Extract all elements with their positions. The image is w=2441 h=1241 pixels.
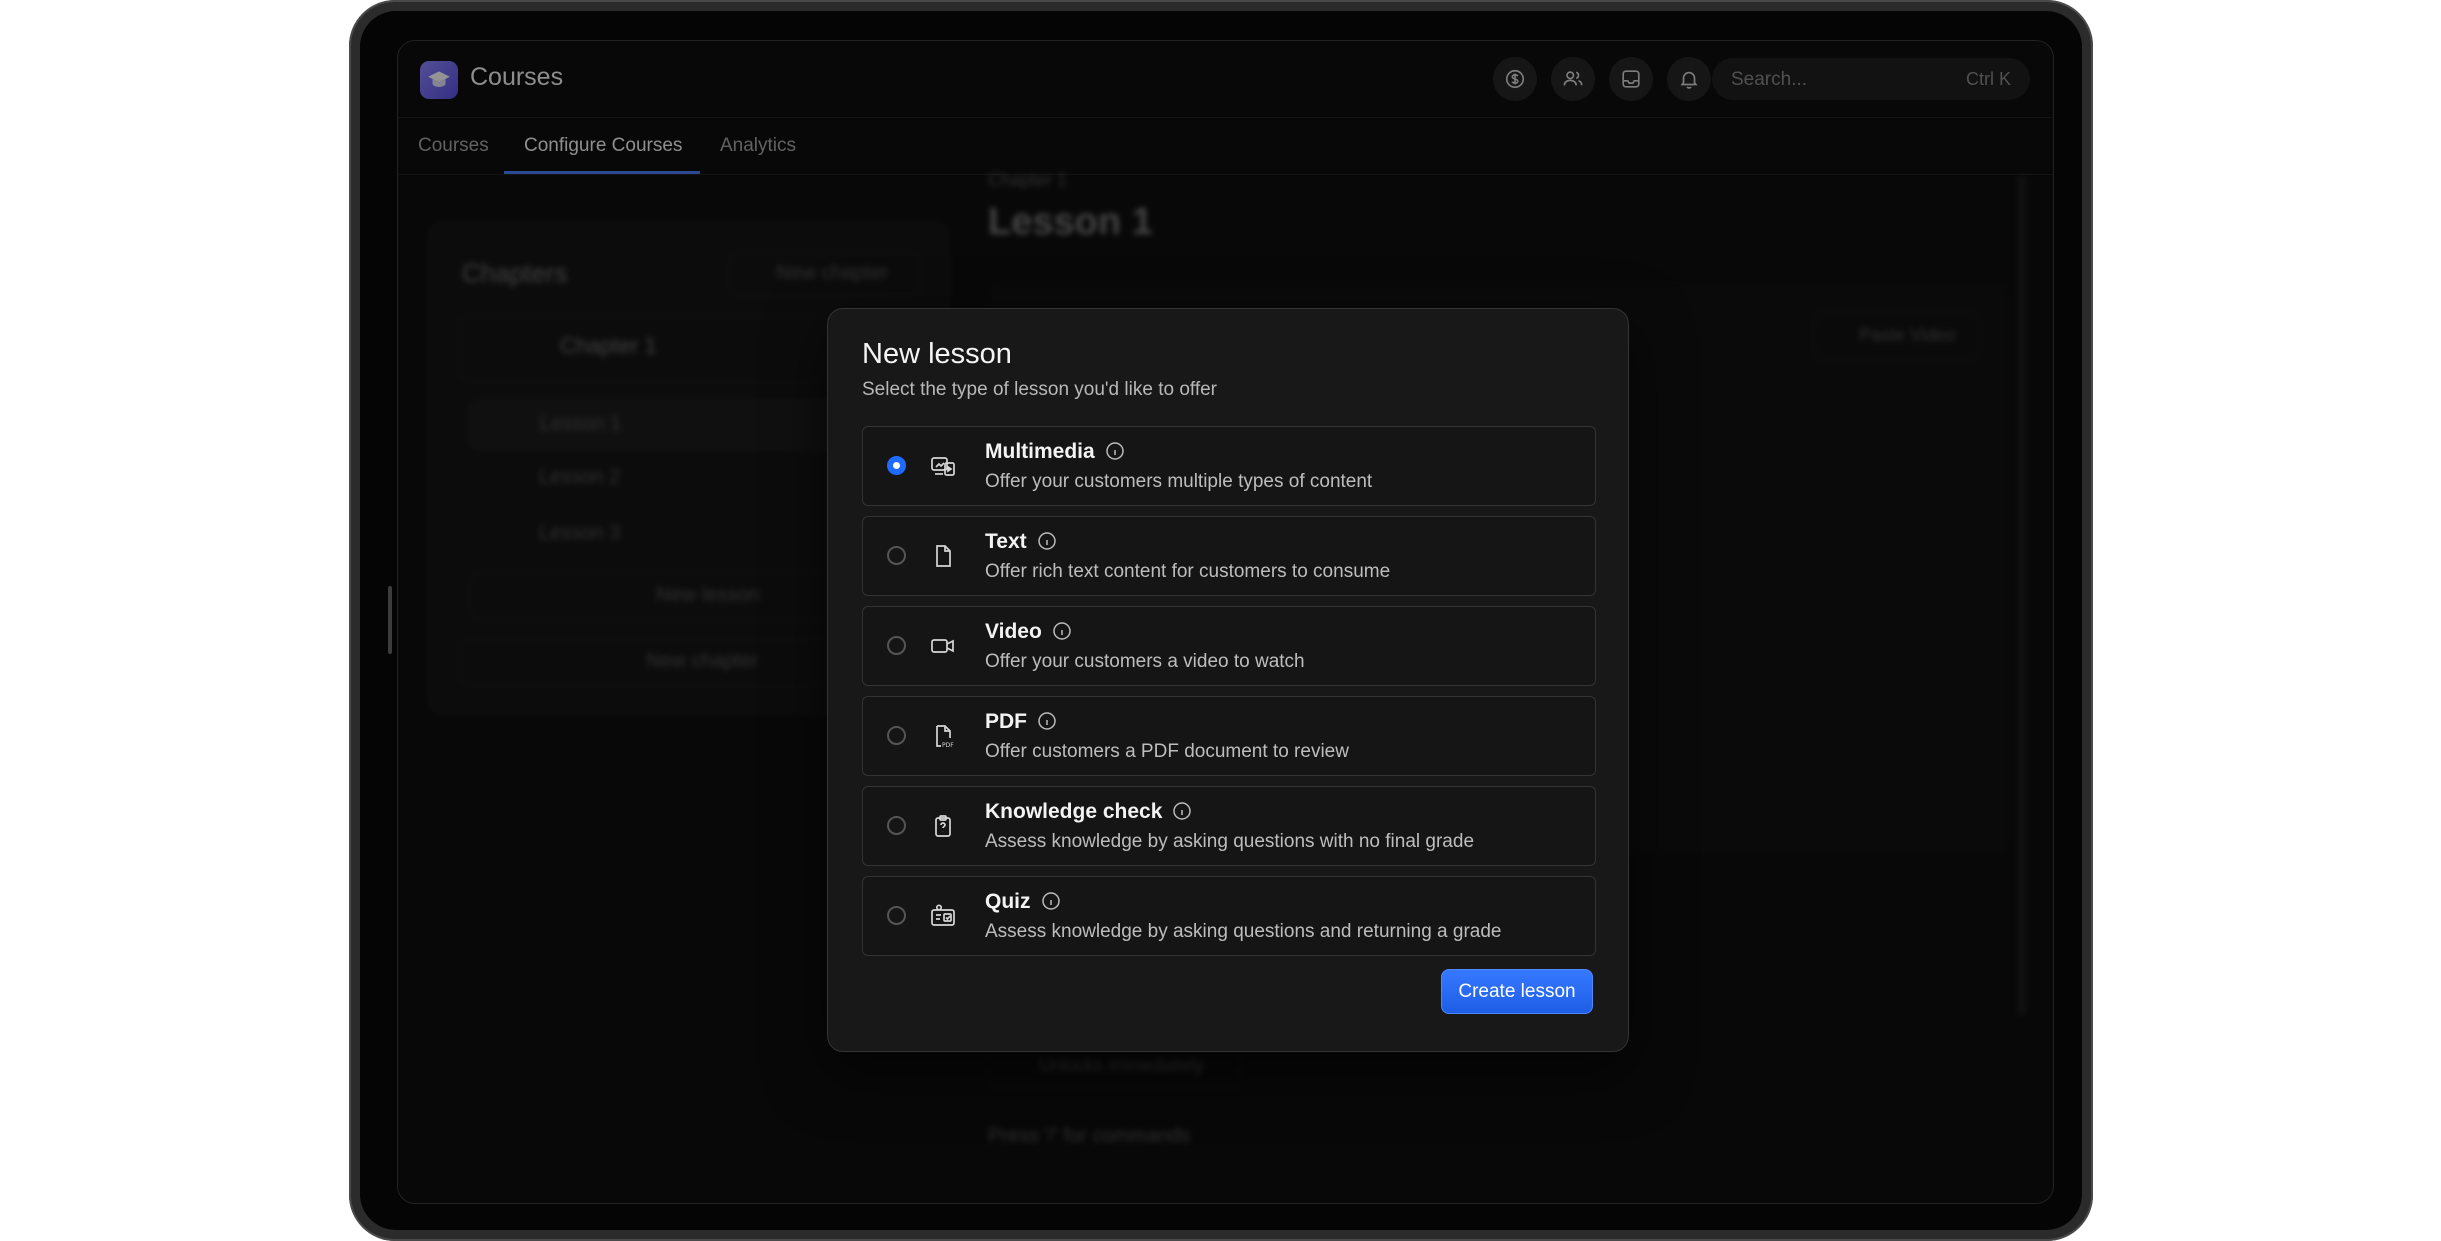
option-title-text: Video — [985, 620, 1042, 643]
radio-text[interactable] — [887, 546, 906, 565]
option-title: Video — [985, 620, 1072, 644]
option-description: Offer your customers a video to watch — [985, 651, 1305, 672]
lesson-type-pdf[interactable]: PDF PDF Offer customers a PDF document t… — [862, 696, 1596, 776]
option-description: Assess knowledge by asking questions and… — [985, 921, 1502, 942]
option-title: Text — [985, 530, 1057, 554]
modal-title: New lesson — [862, 338, 1012, 370]
option-title-text: Knowledge check — [985, 800, 1163, 823]
option-title-text: Multimedia — [985, 440, 1095, 463]
lesson-type-multimedia[interactable]: Multimedia Offer your customers multiple… — [862, 426, 1596, 506]
info-icon[interactable] — [1105, 441, 1125, 461]
option-description: Assess knowledge by asking questions wit… — [985, 831, 1475, 852]
option-title: Knowledge check — [985, 800, 1192, 824]
lesson-type-knowledge-check[interactable]: Knowledge check Assess knowledge by aski… — [862, 786, 1596, 866]
option-title-text: PDF — [985, 710, 1027, 733]
modal-subtitle: Select the type of lesson you'd like to … — [862, 379, 1217, 400]
option-description: Offer rich text content for customers to… — [985, 561, 1391, 582]
create-lesson-button[interactable]: Create lesson — [1441, 969, 1593, 1014]
radio-video[interactable] — [887, 636, 906, 655]
svg-text:PDF: PDF — [942, 742, 954, 749]
document-icon — [936, 545, 951, 567]
radio-pdf[interactable] — [887, 726, 906, 745]
device-side-button — [388, 586, 392, 654]
lesson-type-quiz[interactable]: Quiz Assess knowledge by asking question… — [862, 876, 1596, 956]
option-title: PDF — [985, 710, 1057, 734]
option-title: Multimedia — [985, 440, 1125, 464]
info-icon[interactable] — [1041, 891, 1061, 911]
pdf-icon: PDF — [936, 725, 954, 749]
radio-quiz[interactable] — [887, 906, 906, 925]
option-description: Offer customers a PDF document to review — [985, 741, 1349, 762]
radio-knowledge-check[interactable] — [887, 816, 906, 835]
clipboard-question-icon — [935, 815, 951, 837]
info-icon[interactable] — [1052, 621, 1072, 641]
info-icon[interactable] — [1037, 711, 1057, 731]
multimedia-icon — [931, 457, 955, 476]
option-title-text: Text — [985, 530, 1027, 553]
option-title-text: Quiz — [985, 890, 1031, 913]
radio-multimedia[interactable] — [887, 456, 906, 475]
quiz-icon — [931, 904, 955, 926]
info-icon[interactable] — [1037, 531, 1057, 551]
info-icon[interactable] — [1172, 801, 1192, 821]
option-title: Quiz — [985, 890, 1061, 914]
new-lesson-modal: New lesson Select the type of lesson you… — [827, 308, 1629, 1052]
lesson-type-text[interactable]: Text Offer rich text content for custome… — [862, 516, 1596, 596]
option-description: Offer your customers multiple types of c… — [985, 471, 1373, 492]
video-icon — [931, 639, 954, 653]
lesson-type-video[interactable]: Video Offer your customers a video to wa… — [862, 606, 1596, 686]
